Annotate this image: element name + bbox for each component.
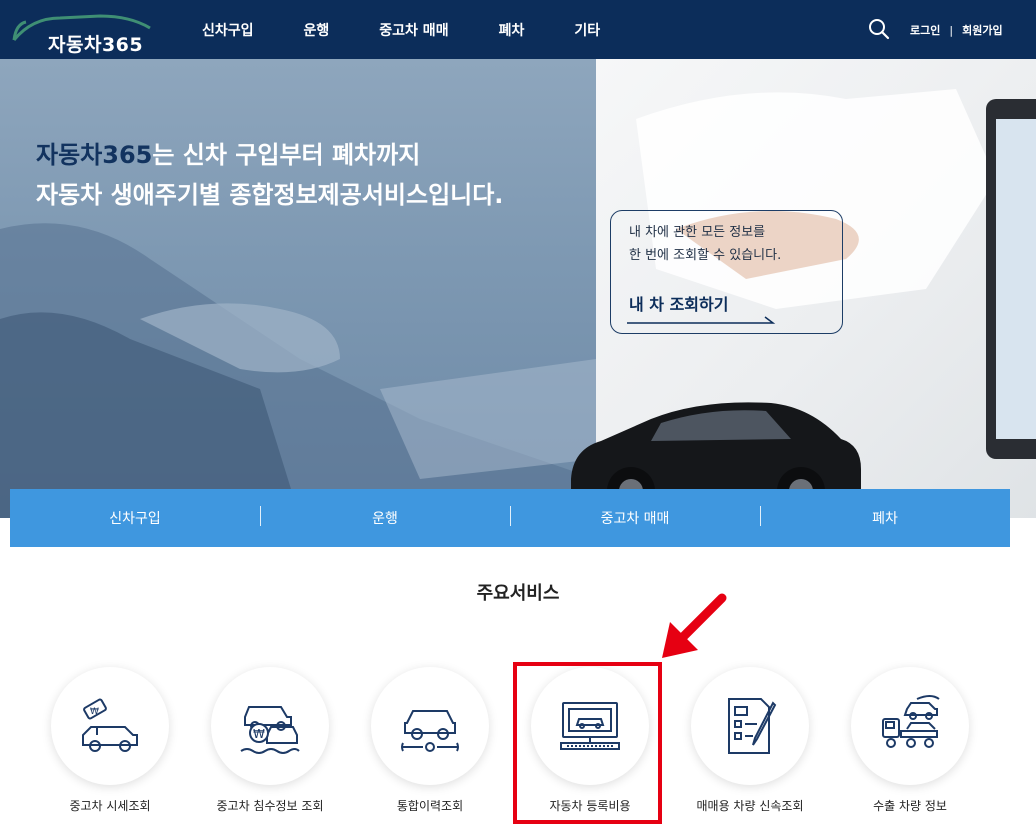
main-services-title: 주요서비스	[476, 583, 560, 604]
service-icon-circle	[371, 667, 489, 785]
service-export-vehicle-info[interactable]: 수출 차량 정보	[830, 667, 990, 814]
quick-category-bar: 신차구입 운행 중고차 매매 폐차	[10, 489, 1010, 547]
highlight-annotation-box	[513, 662, 662, 824]
hero-headline-line2: 자동차 생애주기별 종합정보제공서비스입니다.	[36, 181, 504, 209]
hero-photo-left-illustration	[0, 223, 596, 518]
hero-photo-left	[0, 59, 596, 518]
svg-text:₩: ₩	[90, 707, 99, 717]
nav-used-car[interactable]: 중고차 매매	[379, 20, 448, 40]
hero-headline-line1: 자동차365는 신차 구입부터 폐차까지	[36, 135, 503, 175]
checklist-icon	[728, 698, 777, 754]
car-price-icon: ₩	[82, 698, 138, 752]
repair-history-icon	[401, 710, 459, 752]
service-used-car-price[interactable]: ₩ 중고차 시세조회	[30, 667, 190, 814]
hero-headline: 자동차365는 신차 구입부터 폐차까지 자동차 생애주기별 종합정보제공서비스…	[36, 135, 503, 215]
nav-etc[interactable]: 기타	[574, 20, 600, 40]
svg-text:₩: ₩	[253, 727, 265, 741]
hero-banner: 자동차365는 신차 구입부터 폐차까지 자동차 생애주기별 종합정보제공서비스…	[0, 59, 1036, 518]
login-link[interactable]: 로그인	[910, 22, 940, 38]
hero-brand-name: 자동차365	[36, 141, 153, 169]
quick-scrap[interactable]: 폐차	[760, 506, 1010, 528]
search-icon	[869, 19, 890, 40]
hero-headline-line1-text: 는 신차 구입부터 폐차까지	[152, 141, 421, 169]
service-label: 중고차 침수정보 조회	[216, 799, 324, 813]
main-nav: 신차구입 운행 중고차 매매 폐차 기타	[202, 0, 650, 59]
my-car-lookup-card[interactable]: 내 차에 관한 모든 정보를 한 번에 조회할 수 있습니다. 내 차 조회하기	[610, 210, 843, 334]
promo-line1: 내 차에 관한 모든 정보를	[629, 225, 766, 240]
my-car-lookup-link[interactable]: 내 차 조회하기	[629, 291, 728, 315]
quick-used-car[interactable]: 중고차 매매	[510, 506, 760, 528]
service-icon-circle: ₩	[211, 667, 329, 785]
service-icon-circle	[851, 667, 969, 785]
search-button[interactable]	[868, 18, 890, 40]
export-truck-icon	[882, 695, 940, 748]
nav-driving[interactable]: 운행	[304, 20, 330, 40]
red-arrow-annotation-icon	[662, 593, 727, 658]
service-dealer-car-lookup[interactable]: 매매용 차량 신속조회	[670, 667, 830, 814]
service-label: 중고차 시세조회	[69, 799, 151, 813]
nav-new-car[interactable]: 신차구입	[202, 20, 254, 40]
quick-driving[interactable]: 운행	[260, 506, 510, 528]
flooded-car-icon: ₩	[240, 706, 300, 754]
service-flood-info[interactable]: ₩ 중고차 침수정보 조회	[190, 667, 350, 814]
quick-new-car[interactable]: 신차구입	[10, 508, 260, 528]
logo-text: 자동차365	[48, 34, 144, 56]
service-integrated-history[interactable]: 통합이력조회	[350, 667, 510, 814]
service-label: 수출 차량 정보	[873, 799, 947, 813]
site-header: 자동차365 신차구입 운행 중고차 매매 폐차 기타 로그인 | 회원가입	[0, 0, 1036, 59]
service-icon-circle: ₩	[51, 667, 169, 785]
promo-line2: 한 번에 조회할 수 있습니다.	[629, 248, 782, 263]
user-menu: 로그인 | 회원가입	[910, 22, 1003, 38]
nav-scrap[interactable]: 폐차	[499, 20, 525, 40]
promo-description: 내 차에 관한 모든 정보를 한 번에 조회할 수 있습니다.	[629, 221, 781, 267]
service-label: 통합이력조회	[396, 799, 464, 813]
service-label: 매매용 차량 신속조회	[696, 799, 804, 813]
signup-link[interactable]: 회원가입	[962, 22, 1002, 38]
service-icon-circle	[691, 667, 809, 785]
util-separator: |	[949, 23, 954, 37]
arrow-right-icon	[627, 316, 776, 324]
